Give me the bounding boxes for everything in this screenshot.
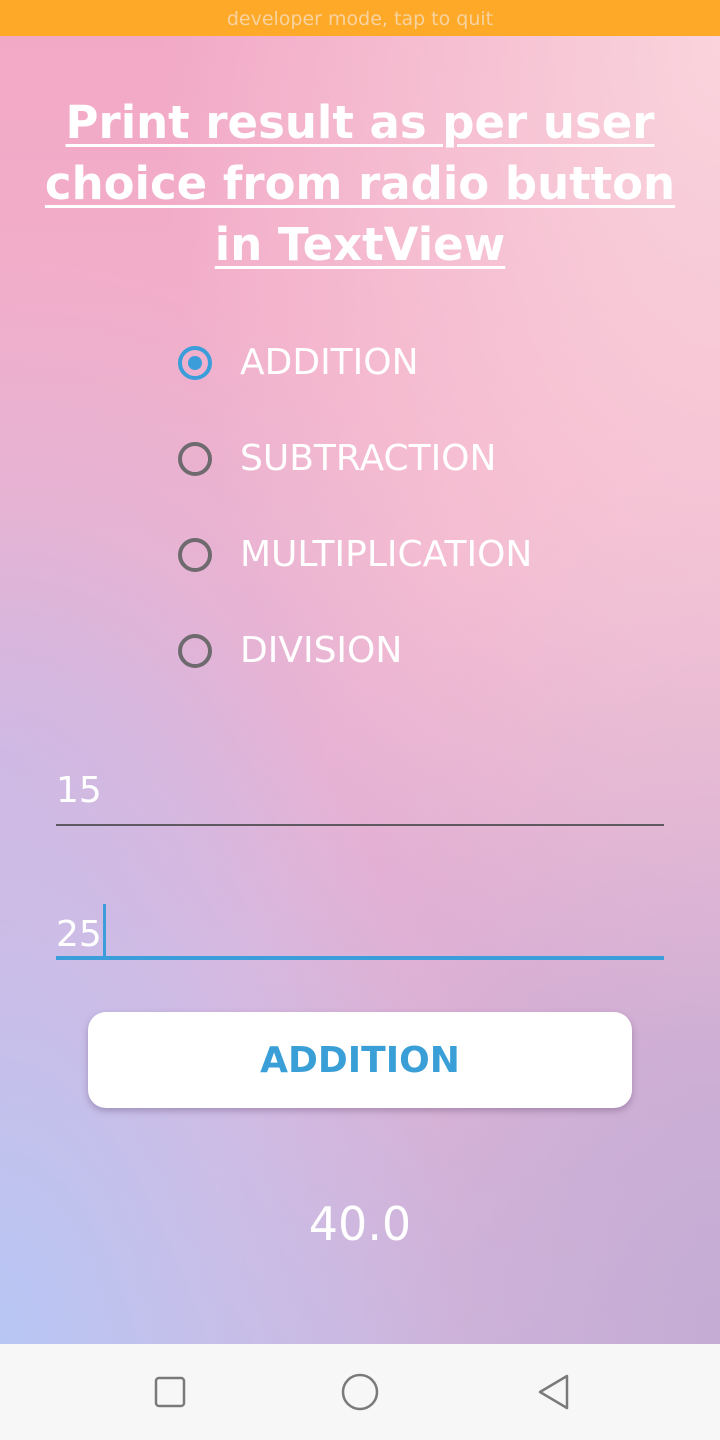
developer-mode-banner[interactable]: developer mode, tap to quit — [0, 0, 720, 36]
result-text: 40.0 — [308, 1197, 412, 1251]
square-recents-icon — [154, 1376, 186, 1408]
app-content: Print result as per user choice from rad… — [0, 36, 720, 1344]
second-number-value: 25 — [56, 914, 102, 955]
circle-home-icon — [341, 1373, 379, 1411]
developer-mode-text: developer mode, tap to quit — [226, 8, 494, 30]
radio-multiplication[interactable]: MULTIPLICATION — [176, 510, 636, 606]
radio-unchecked-icon — [178, 634, 212, 668]
home-button[interactable] — [332, 1364, 388, 1420]
page-title: Print result as per user choice from rad… — [44, 96, 676, 271]
second-number-input[interactable]: 25 — [56, 896, 664, 960]
radio-checked-icon — [178, 346, 212, 380]
radio-unchecked-icon — [178, 442, 212, 476]
first-number-input[interactable]: 15 — [56, 762, 664, 826]
radio-subtraction[interactable]: SUBTRACTION — [176, 414, 636, 510]
screen: developer mode, tap to quit Print result… — [0, 0, 720, 1440]
radio-label: MULTIPLICATION — [240, 534, 533, 575]
triangle-back-icon — [538, 1374, 569, 1410]
navigation-bar — [0, 1344, 720, 1440]
recents-button[interactable] — [142, 1364, 198, 1420]
calculate-button[interactable]: ADDITION — [88, 1012, 632, 1108]
radio-label: DIVISION — [240, 630, 403, 671]
radio-label: ADDITION — [240, 342, 419, 383]
radio-unchecked-icon — [178, 538, 212, 572]
radio-label: SUBTRACTION — [240, 438, 497, 479]
back-button[interactable] — [526, 1364, 582, 1420]
operation-radio-group: ADDITION SUBTRACTION MULTIPLICATION DIVI… — [176, 318, 636, 702]
radio-addition[interactable]: ADDITION — [176, 318, 636, 414]
second-number-text: 25 — [56, 904, 106, 958]
first-number-value: 15 — [56, 770, 102, 811]
text-cursor — [102, 904, 106, 958]
radio-division[interactable]: DIVISION — [176, 606, 636, 702]
